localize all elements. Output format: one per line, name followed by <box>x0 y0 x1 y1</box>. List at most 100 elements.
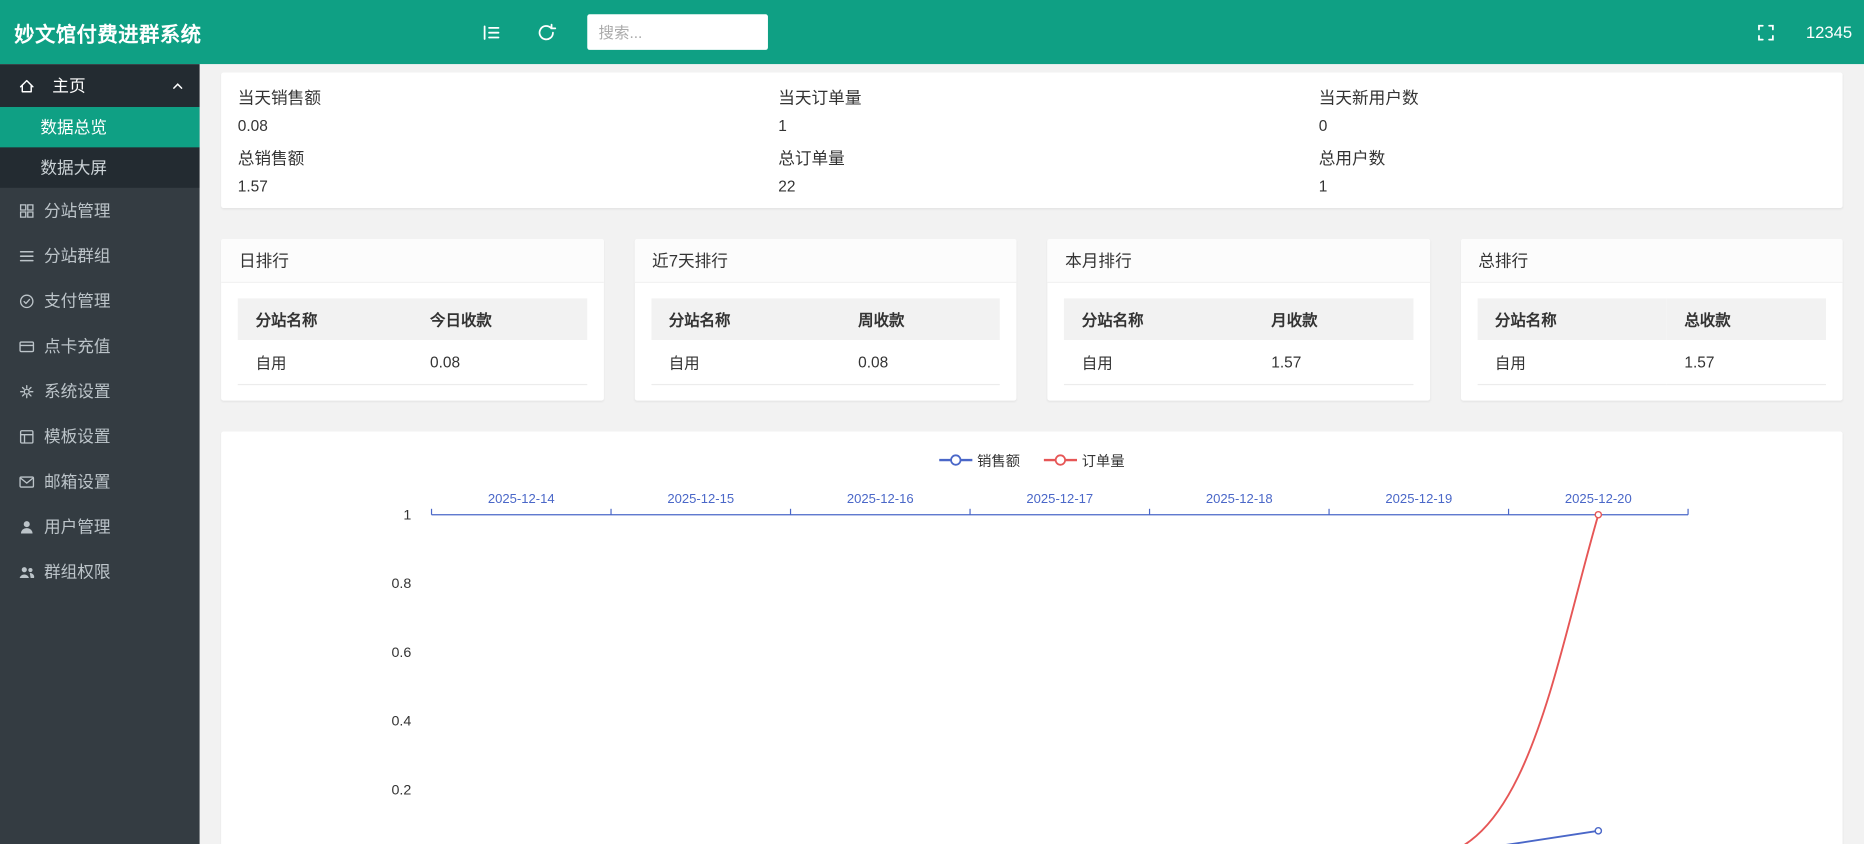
stat-value: 0.08 <box>238 117 745 135</box>
sidebar-item-label: 支付管理 <box>44 289 111 313</box>
sidebar: 主页 数据总览 数据大屏 <box>0 64 200 844</box>
column-header: 总收款 <box>1667 298 1826 340</box>
svg-text:2025-12-15: 2025-12-15 <box>667 491 734 506</box>
column-header: 分站名称 <box>651 298 840 340</box>
rank-card-month: 本月排行 分站名称 月收款 自用 1.57 <box>1047 239 1429 401</box>
sidebar-item-user-management[interactable]: 用户管理 <box>0 504 200 549</box>
cell-site-name: 自用 <box>651 340 840 385</box>
cell-amount: 0.08 <box>840 340 999 385</box>
stat-today-orders: 当天订单量 1 <box>762 80 1303 141</box>
line-chart: 2025-12-142025-12-142025-12-152025-12-15… <box>221 479 1842 844</box>
column-header: 分站名称 <box>1477 298 1666 340</box>
main-content: 当天销售额 0.08 当天订单量 1 当天新用户数 0 总销售额 1.57 <box>200 64 1864 844</box>
home-icon <box>17 76 36 95</box>
stat-value: 1 <box>1319 177 1826 195</box>
sidebar-item-system-settings[interactable]: 系统设置 <box>0 369 200 414</box>
mail-icon <box>17 472 36 491</box>
stat-label: 总订单量 <box>778 146 1285 170</box>
stat-total-sales: 总销售额 1.57 <box>221 140 761 201</box>
svg-text:1: 1 <box>403 507 411 523</box>
rank-card-total: 总排行 分站名称 总收款 自用 1.57 <box>1460 239 1842 401</box>
svg-text:2025-12-19: 2025-12-19 <box>1385 491 1452 506</box>
home-submenu: 数据总览 数据大屏 <box>0 107 200 188</box>
grid-icon <box>17 201 36 220</box>
table-row: 自用 1.57 <box>1477 340 1826 385</box>
svg-text:2025-12-18: 2025-12-18 <box>1206 491 1273 506</box>
stat-value: 0 <box>1319 117 1826 135</box>
legend-label: 订单量 <box>1082 450 1125 470</box>
body: 主页 数据总览 数据大屏 <box>0 64 1864 844</box>
svg-text:2025-12-14: 2025-12-14 <box>488 491 555 506</box>
stat-value: 1.57 <box>238 177 745 195</box>
stat-label: 当天新用户数 <box>1319 86 1826 110</box>
sidebar-item-label: 分站管理 <box>44 199 111 223</box>
sidebar-item-template-settings[interactable]: 模板设置 <box>0 414 200 459</box>
list-icon <box>17 246 36 265</box>
search-box <box>587 14 768 50</box>
sidebar-item-label: 模板设置 <box>44 424 111 448</box>
sidebar-item-data-screen[interactable]: 数据大屏 <box>0 147 200 187</box>
cell-site-name: 自用 <box>238 340 412 385</box>
svg-text:0.4: 0.4 <box>392 714 412 730</box>
column-header: 今日收款 <box>412 298 586 340</box>
rank-card-title: 近7天排行 <box>634 239 1016 283</box>
chart-legend: 销售额 订单量 <box>221 446 1842 475</box>
refresh-icon[interactable] <box>534 20 558 44</box>
svg-text:2025-12-16: 2025-12-16 <box>847 491 914 506</box>
check-circle-icon <box>17 291 36 310</box>
app-title: 妙文馆付费进群系统 <box>0 17 216 47</box>
cell-site-name: 自用 <box>1477 340 1666 385</box>
svg-text:0.6: 0.6 <box>392 645 412 661</box>
rank-table: 分站名称 总收款 自用 1.57 <box>1477 298 1826 385</box>
card-icon <box>17 336 36 355</box>
stat-total-users: 总用户数 1 <box>1302 140 1842 201</box>
stat-value: 22 <box>778 177 1285 195</box>
rank-table: 分站名称 今日收款 自用 0.08 <box>238 298 587 385</box>
stat-label: 当天销售额 <box>238 86 745 110</box>
username[interactable]: 12345 <box>1806 23 1852 42</box>
rank-card-daily: 日排行 分站名称 今日收款 自用 0.08 <box>221 239 603 401</box>
legend-item-sales[interactable]: 销售额 <box>939 450 1020 470</box>
table-row: 自用 0.08 <box>651 340 1000 385</box>
sidebar-item-label: 数据大屏 <box>40 158 107 177</box>
legend-marker <box>939 453 972 467</box>
sidebar-item-substation-groups[interactable]: 分站群组 <box>0 233 200 278</box>
gear-icon <box>17 382 36 401</box>
column-header: 月收款 <box>1253 298 1412 340</box>
cell-amount: 0.08 <box>412 340 586 385</box>
sidebar-item-data-overview[interactable]: 数据总览 <box>0 107 200 147</box>
header: 妙文馆付费进群系统 12345 <box>0 0 1864 64</box>
table-row: 自用 0.08 <box>238 340 587 385</box>
stat-today-new-users: 当天新用户数 0 <box>1302 80 1842 141</box>
sidebar-item-card-recharge[interactable]: 点卡充值 <box>0 323 200 368</box>
stat-label: 当天订单量 <box>778 86 1285 110</box>
sidebar-item-label: 群组权限 <box>44 560 111 584</box>
sidebar-item-label: 邮箱设置 <box>44 470 111 494</box>
stat-today-sales: 当天销售额 0.08 <box>221 80 761 141</box>
search-input[interactable] <box>587 14 768 50</box>
legend-item-orders[interactable]: 订单量 <box>1044 450 1125 470</box>
sidebar-item-label: 数据总览 <box>40 118 107 137</box>
column-header: 分站名称 <box>238 298 412 340</box>
app: 妙文馆付费进群系统 12345 <box>0 0 1864 844</box>
user-icon <box>17 517 36 536</box>
svg-text:0.2: 0.2 <box>392 782 412 798</box>
table-row: 自用 1.57 <box>1064 340 1413 385</box>
sidebar-item-mail-settings[interactable]: 邮箱设置 <box>0 459 200 504</box>
sidebar-item-payment-management[interactable]: 支付管理 <box>0 278 200 323</box>
column-header: 分站名称 <box>1064 298 1253 340</box>
rank-card-title: 本月排行 <box>1047 239 1429 283</box>
collapse-sidebar-icon[interactable] <box>480 20 504 44</box>
rank-table: 分站名称 月收款 自用 1.57 <box>1064 298 1413 385</box>
stats-card: 当天销售额 0.08 当天订单量 1 当天新用户数 0 总销售额 1.57 <box>221 73 1842 209</box>
sidebar-item-home[interactable]: 主页 <box>0 64 200 107</box>
users-icon <box>17 562 36 581</box>
sidebar-item-substation-management[interactable]: 分站管理 <box>0 188 200 233</box>
sidebar-item-group-permissions[interactable]: 群组权限 <box>0 549 200 594</box>
column-header: 周收款 <box>840 298 999 340</box>
ranking-row: 日排行 分站名称 今日收款 自用 0.08 <box>221 239 1842 401</box>
fullscreen-icon[interactable] <box>1754 20 1778 44</box>
stat-value: 1 <box>778 117 1285 135</box>
chart-card: 销售额 订单量 2025-12-142025-12-142025-12-1520… <box>221 432 1842 844</box>
sidebar-item-label: 用户管理 <box>44 515 111 539</box>
